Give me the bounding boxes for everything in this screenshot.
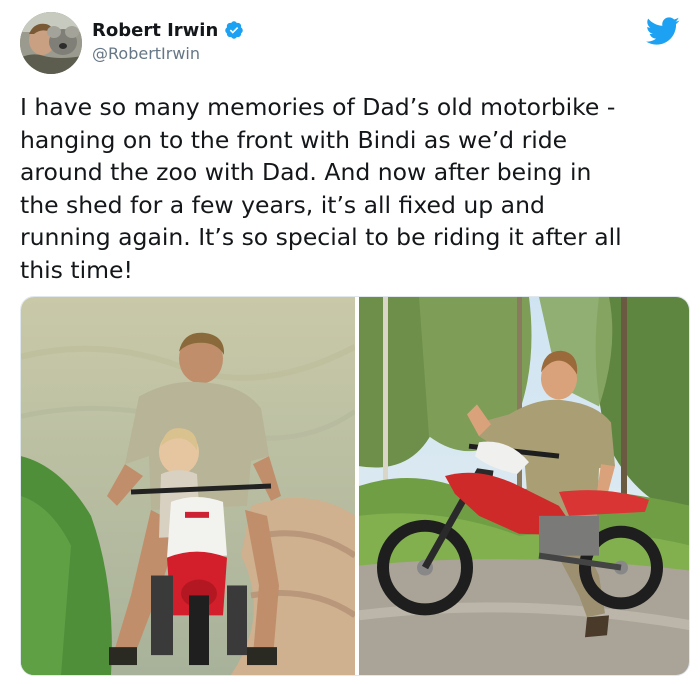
author-block: Robert Irwin @RobertIrwin (92, 18, 244, 63)
tweet-text-line: around the zoo with Dad. And now after b… (20, 158, 592, 187)
photo-current-motorbike[interactable] (359, 297, 689, 675)
author-handle[interactable]: @RobertIrwin (92, 44, 244, 63)
tweet-card: Robert Irwin @RobertIrwin I have so many… (0, 0, 700, 684)
name-row: Robert Irwin (92, 18, 244, 42)
tweet-text-line: this time! (20, 255, 133, 284)
verified-badge-icon (224, 20, 244, 40)
tweet-header: Robert Irwin @RobertIrwin (20, 12, 680, 76)
photo-vintage-motorbike[interactable] (21, 297, 355, 675)
tweet-text-line: hanging on to the front with Bindi as we… (20, 125, 568, 154)
author-avatar[interactable] (20, 12, 82, 74)
tweet-text-line: I have so many memories of Dad’s old mot… (20, 93, 616, 121)
tweet-text: I have so many memories of Dad’s old mot… (20, 91, 692, 287)
twitter-bird-icon[interactable] (645, 14, 680, 48)
tweet-media (20, 296, 690, 676)
author-name[interactable]: Robert Irwin (92, 20, 218, 41)
tweet-text-line: the shed for a few years, it’s all fixed… (20, 190, 545, 219)
tweet-text-line: running again. It’s so special to be rid… (20, 223, 622, 252)
